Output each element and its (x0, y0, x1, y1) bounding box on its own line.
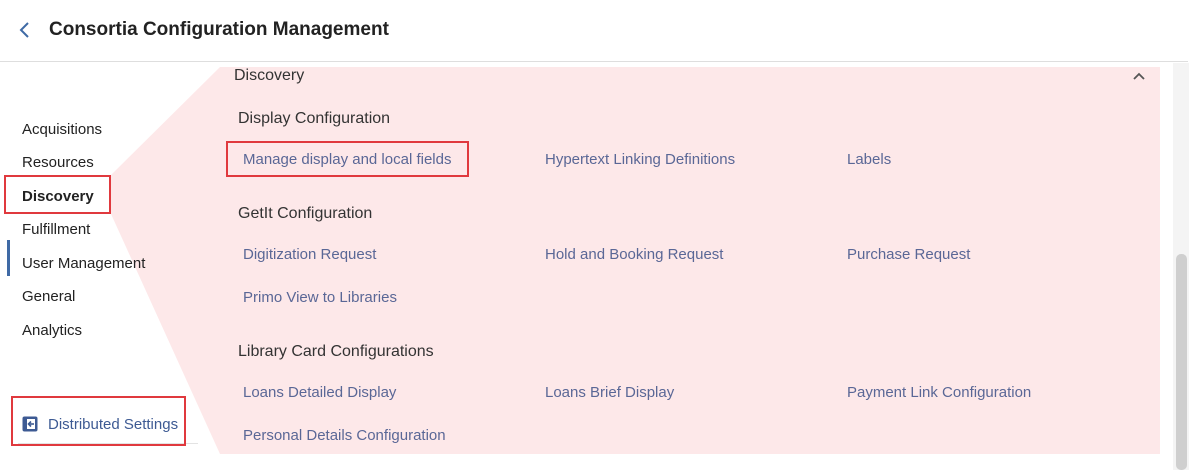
chevron-up-icon (1133, 72, 1145, 80)
scrollbar-thumb[interactable] (1176, 254, 1187, 470)
link-loans-brief-display[interactable]: Loans Brief Display (545, 384, 674, 401)
highlight-box-manage-display (226, 141, 469, 177)
sidebar-item-analytics[interactable]: Analytics (22, 322, 82, 339)
page-title: Consortia Configuration Management (49, 19, 389, 40)
link-payment-link-configuration[interactable]: Payment Link Configuration (847, 384, 1031, 401)
link-labels[interactable]: Labels (847, 151, 891, 168)
sidebar-item-resources[interactable]: Resources (22, 154, 94, 171)
link-hypertext-linking-definitions[interactable]: Hypertext Linking Definitions (545, 151, 735, 168)
sidebar-item-fulfillment[interactable]: Fulfillment (22, 221, 90, 238)
link-digitization-request[interactable]: Digitization Request (243, 246, 376, 263)
sidebar-item-general[interactable]: General (22, 288, 75, 305)
link-purchase-request[interactable]: Purchase Request (847, 246, 970, 263)
link-loans-detailed-display[interactable]: Loans Detailed Display (243, 384, 396, 401)
chevron-left-icon (19, 22, 29, 38)
link-primo-view-to-libraries[interactable]: Primo View to Libraries (243, 289, 397, 306)
app-header: Consortia Configuration Management (0, 0, 1188, 62)
active-indicator (7, 240, 10, 276)
section-title-library-card-configurations: Library Card Configurations (238, 343, 434, 360)
panel-title: Discovery (234, 67, 305, 84)
collapse-button[interactable] (1130, 67, 1148, 85)
back-button[interactable] (14, 18, 36, 42)
link-personal-details-configuration[interactable]: Personal Details Configuration (243, 427, 446, 444)
highlight-box-discovery (4, 175, 111, 214)
section-title-display-configuration: Display Configuration (238, 110, 391, 127)
sidebar-item-acquisitions[interactable]: Acquisitions (22, 121, 102, 138)
sidebar-item-user-management[interactable]: User Management (22, 255, 145, 272)
highlight-box-distributed-settings (11, 396, 186, 446)
link-hold-and-booking-request[interactable]: Hold and Booking Request (545, 246, 723, 263)
section-title-getit-configuration: GetIt Configuration (238, 205, 373, 222)
